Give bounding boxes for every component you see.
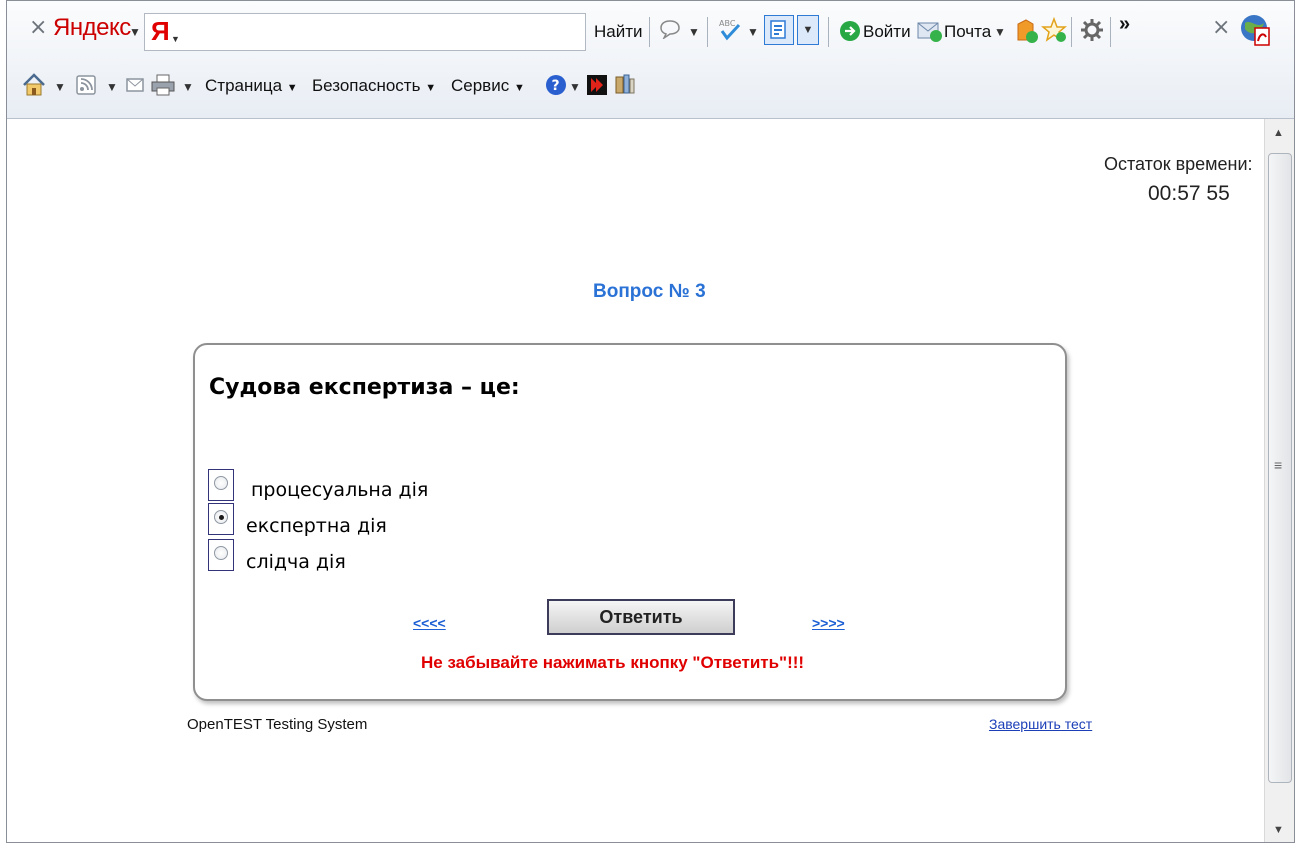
option-label-1[interactable]: процесуальна дія [251,479,428,501]
kaspersky-icon[interactable] [586,74,608,96]
chevron-down-icon[interactable]: ▼ [569,80,581,94]
close-icon[interactable]: × [1212,15,1230,40]
scroll-down-icon[interactable]: ▼ [1273,824,1284,836]
vertical-scrollbar[interactable]: ▲ ≡ ▼ [1264,119,1294,842]
bookmark-icon[interactable] [1013,18,1039,44]
finish-test-link[interactable]: Завершить тест [989,716,1092,732]
mail-button[interactable]: Почта [944,22,991,42]
next-question-link[interactable]: >>>> [812,615,845,631]
close-toolbar-icon[interactable]: × [29,15,47,40]
chevron-down-icon[interactable]: ▼ [54,80,66,94]
page-content: ▲ ≡ ▼ Остаток времени: 00:57 55 Вопрос №… [7,119,1294,842]
answer-button[interactable]: Ответить [547,599,735,635]
svg-text:ABC: ABC [719,19,736,28]
rss-icon[interactable] [75,74,97,96]
divider [828,17,829,47]
mail-icon[interactable] [125,76,145,94]
browser-toolbars: × Яндекс ▼ Я ▼ Найти ▼ ABC ▼ ▼ Войти Поч… [7,1,1294,119]
divider [649,17,650,47]
spellcheck-icon[interactable]: ABC [717,17,743,43]
translate-dropdown-button[interactable]: ▼ [797,15,819,45]
more-tools-button[interactable]: » [1119,13,1130,36]
pdf-icon[interactable] [1239,13,1273,47]
question-card: Судова експертиза – це: процесуальна дія… [193,343,1067,701]
radio-dot [219,515,224,520]
yandex-logo: Я [151,16,170,46]
footer-brand: OpenTEST Testing System [187,716,368,733]
service-menu-label: Сервис [451,76,510,95]
browser-window: × Яндекс ▼ Я ▼ Найти ▼ ABC ▼ ▼ Войти Поч… [6,0,1295,843]
search-input[interactable]: Я ▼ [144,13,586,51]
login-icon[interactable] [839,20,861,42]
grip-icon: ≡ [1274,457,1283,473]
service-menu[interactable]: Сервис ▼ [451,76,525,96]
radio-button[interactable] [214,476,228,490]
chevron-down-icon[interactable]: ▼ [994,25,1006,39]
radio-button-selected[interactable] [214,510,228,524]
time-remaining-label: Остаток времени: [1104,154,1253,174]
option-label-2[interactable]: експертна дія [246,515,387,537]
radio-button[interactable] [214,546,228,560]
page-menu[interactable]: Страница ▼ [205,76,298,96]
translate-icon[interactable] [764,15,794,45]
chevron-down-icon[interactable]: ▼ [106,80,118,94]
answer-reminder: Не забывайте нажимать кнопку "Ответить"!… [421,653,805,672]
divider [1110,17,1111,47]
option-radio-1[interactable] [208,469,234,501]
question-number: Вопрос № 3 [593,281,706,302]
chevron-down-icon[interactable]: ▼ [171,34,180,44]
previous-question-link[interactable]: <<<< [413,615,446,631]
chevron-down-icon[interactable]: ▼ [182,80,194,94]
scroll-up-icon[interactable]: ▲ [1273,127,1284,139]
divider [707,17,708,47]
option-radio-2[interactable] [208,503,234,535]
yandex-brand[interactable]: Яндекс [53,14,131,42]
chevron-down-icon[interactable]: ▼ [688,25,700,39]
login-button[interactable]: Войти [863,22,911,42]
time-remaining-value: 00:57 55 [1148,182,1230,205]
command-bar: ▼ ▼ ▼ Страница ▼ Безопасность ▼ Сервис ▼… [7,69,1294,103]
divider [1071,17,1072,47]
print-icon[interactable] [150,73,176,97]
home-icon[interactable] [21,72,47,98]
svg-text:?: ? [552,78,560,94]
page-menu-label: Страница [205,76,283,95]
yandex-toolbar: × Яндекс ▼ Я ▼ Найти ▼ ABC ▼ ▼ Войти Поч… [7,9,1294,53]
security-menu-label: Безопасность [312,76,421,95]
option-radio-3[interactable] [208,539,234,571]
chevron-down-icon[interactable]: ▼ [747,25,759,39]
question-text: Судова експертиза – це: [209,375,520,400]
settings-icon[interactable] [1080,18,1104,42]
help-icon[interactable]: ? [545,74,567,96]
mail-icon[interactable] [917,19,943,43]
option-label-3[interactable]: слідча дія [246,551,346,573]
find-button[interactable]: Найти [594,22,643,42]
security-menu[interactable]: Безопасность ▼ [312,76,436,96]
speech-bubble-icon[interactable] [659,19,681,39]
favorites-icon[interactable] [1041,17,1067,43]
research-icon[interactable] [613,73,637,97]
chevron-down-icon[interactable]: ▼ [129,25,141,39]
